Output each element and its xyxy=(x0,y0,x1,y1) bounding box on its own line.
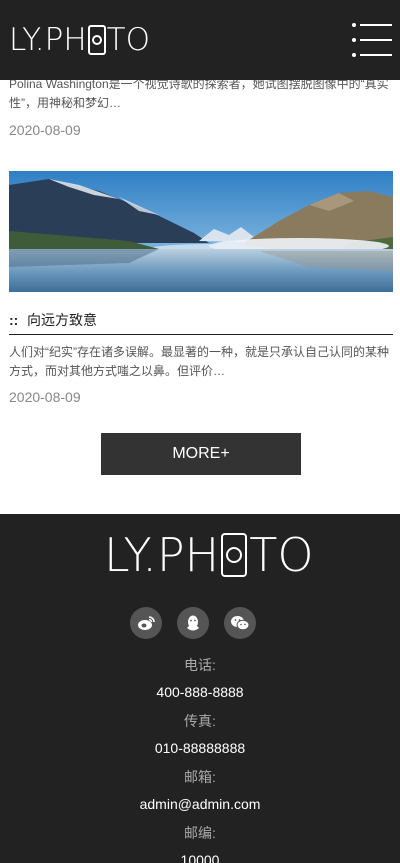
email-label: 邮箱: xyxy=(184,769,216,785)
more-button[interactable]: MORE+ xyxy=(101,433,301,475)
footer-logo-text-left: LY.PH xyxy=(104,528,220,582)
news-date: 2020-08-09 xyxy=(9,389,81,405)
title-bullet: :: xyxy=(9,312,19,328)
phone-label: 电话: xyxy=(184,657,216,673)
phone-value[interactable]: 400-888-8888 xyxy=(0,684,400,700)
social-links xyxy=(130,607,271,639)
footer: LY.PH TO 电话: 400-888-8888 传真: 010-888888… xyxy=(0,514,400,863)
hamburger-menu-icon[interactable] xyxy=(352,23,392,59)
footer-logo-text-right: TO xyxy=(249,528,314,582)
news-title[interactable]: 向远方致意 xyxy=(27,311,97,329)
news-excerpt[interactable]: Polina Washington是一个视觉诗歌的探索者，她试图摆脱图像中的“真… xyxy=(9,75,393,113)
camera-logo-icon xyxy=(87,25,106,55)
header: LY.PH TO xyxy=(0,0,400,80)
footer-logo: LY.PH TO xyxy=(104,530,314,580)
logo-text-right: TO xyxy=(106,22,151,58)
news-date: 2020-08-09 xyxy=(9,122,81,138)
weibo-icon[interactable] xyxy=(130,607,162,639)
qq-icon[interactable] xyxy=(177,607,209,639)
camera-logo-icon xyxy=(221,533,248,577)
wechat-icon[interactable] xyxy=(224,607,256,639)
news-excerpt[interactable]: 人们对“纪实”存在诸多误解。最显著的一种，就是只承认自己认同的某种方式，而对其他… xyxy=(9,343,393,381)
zip-value: 10000 xyxy=(180,852,220,863)
news-title-row[interactable]: :: 向远方致意 xyxy=(9,311,393,335)
logo[interactable]: LY.PH TO xyxy=(9,22,150,58)
mountain-lake-image xyxy=(9,171,393,292)
fax-label: 传真: xyxy=(184,713,216,729)
page: Polina Washington是一个视觉诗歌的探索者，她试图摆脱图像中的“真… xyxy=(0,0,400,863)
email-value[interactable]: admin@admin.com xyxy=(0,796,400,812)
zip-label: 邮编: xyxy=(184,825,216,841)
fax-value: 010-88888888 xyxy=(154,740,246,756)
logo-text-left: LY.PH xyxy=(9,22,87,58)
news-image[interactable] xyxy=(9,171,393,292)
